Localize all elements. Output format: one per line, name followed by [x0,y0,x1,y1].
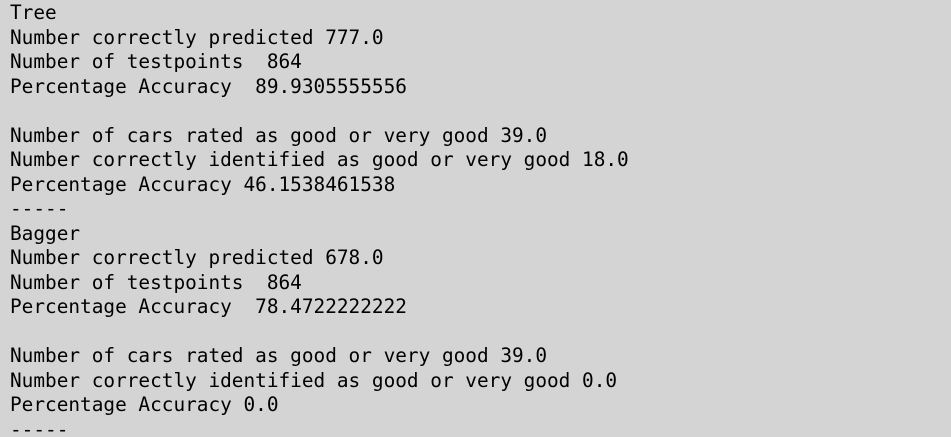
console-line-tree-good-accuracy: Percentage Accuracy 46.1538461538 [10,172,396,196]
console-line-tree-accuracy: Percentage Accuracy 89.9305555556 [10,74,407,98]
console-window: Tree Number correctly predicted 777.0 Nu… [0,0,951,437]
console-line-bagger-accuracy: Percentage Accuracy 78.4722222222 [10,295,407,318]
console-output: Tree Number correctly predicted 777.0 Nu… [10,1,629,437]
console-line-tree-correct: Number correctly predicted 777.0 [10,25,384,49]
console-line-separator: ----- [10,417,69,437]
console-line-blank [10,99,629,124]
console-line-bagger-good-identified: Number correctly identified as good or v… [10,368,618,392]
console-line-separator: ----- [10,197,69,220]
console-line-bagger-testpoints: Number of testpoints 864 [10,270,302,294]
console-line-bagger-correct: Number correctly predicted 678.0 [10,246,384,269]
console-line-tree-good-count: Number of cars rated as good or very goo… [10,123,548,147]
console-line-bagger-good-count: Number of cars rated as good or very goo… [10,344,548,367]
console-line-bagger-heading: Bagger [10,221,81,245]
console-line-blank [10,320,629,345]
console-line-tree-heading: Tree [10,1,57,24]
console-line-tree-testpoints: Number of testpoints 864 [10,50,302,73]
console-line-tree-good-identified: Number correctly identified as good or v… [10,148,629,171]
console-line-bagger-good-accuracy: Percentage Accuracy 0.0 [10,393,279,416]
